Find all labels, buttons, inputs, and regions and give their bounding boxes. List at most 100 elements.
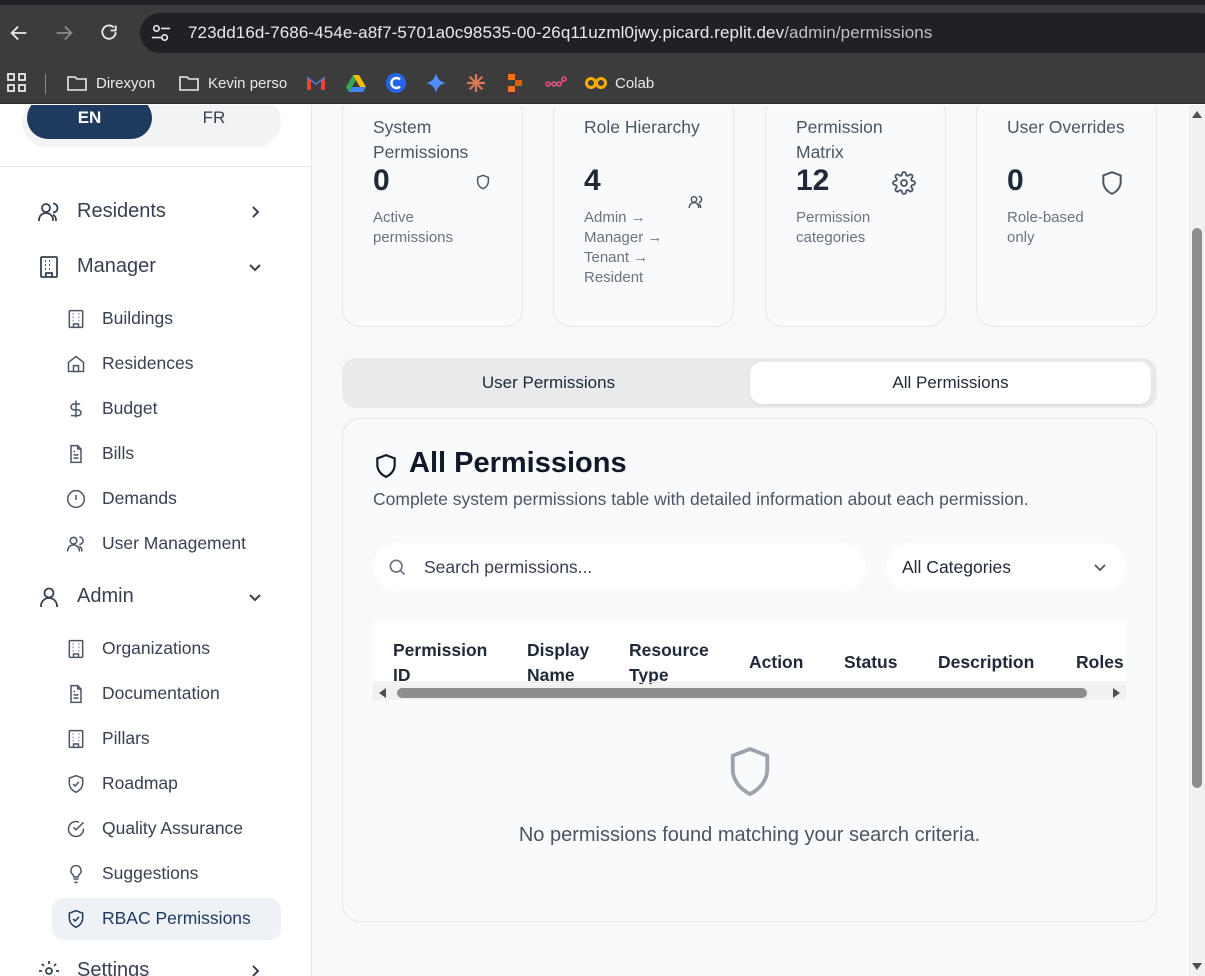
stat-title: System Permissions <box>373 117 469 162</box>
table-header-divider <box>373 682 1126 683</box>
column-header-display-name[interactable]: Display Name <box>527 638 607 688</box>
sidebar-item-label: Suggestions <box>102 863 199 883</box>
gemini-icon[interactable] <box>425 72 447 94</box>
tab-strip <box>0 0 1205 5</box>
shield-icon <box>476 174 490 190</box>
scroll-left-arrow[interactable] <box>379 688 386 698</box>
make-icon[interactable] <box>505 72 527 94</box>
language-switch: EN FR <box>22 105 281 147</box>
sidebar-item-user-management[interactable]: User Management <box>52 523 281 565</box>
sidebar-item-pillars[interactable]: Pillars <box>52 718 281 760</box>
gear-icon <box>892 171 916 195</box>
stat-subtitle: Admin → Manager → Tenant → Resident <box>584 209 663 286</box>
stat-card-user-overrides: User Overrides 0 Role-based only <box>976 105 1157 327</box>
scroll-up-arrow[interactable] <box>1192 111 1202 118</box>
bookmark-direxyon[interactable]: Direxyon <box>66 70 155 96</box>
column-header-resource-type[interactable]: Resource Type <box>629 638 724 688</box>
table-horizontal-scrollbar[interactable] <box>373 684 1126 700</box>
lang-en-button[interactable]: EN <box>27 105 152 139</box>
sidebar-item-bills[interactable]: Bills <box>52 433 281 475</box>
sidebar-item-label: Demands <box>102 488 177 508</box>
stat-subtitle: Active permissions <box>373 209 454 246</box>
colab-icon <box>585 77 607 89</box>
stat-value: 4 <box>584 164 601 197</box>
column-header-status[interactable]: Status <box>844 650 897 675</box>
sidebar-group-admin[interactable]: Admin <box>22 575 281 619</box>
sidebar-item-label: Documentation <box>102 683 220 703</box>
sidebar-item-label: Residences <box>102 353 194 373</box>
shield-icon <box>730 746 770 797</box>
sidebar-item-label: Quality Assurance <box>102 818 244 838</box>
n8n-icon[interactable] <box>545 72 567 94</box>
tab-all-permissions[interactable]: All Permissions <box>750 362 1151 404</box>
scroll-right-arrow[interactable] <box>1113 688 1120 698</box>
column-header-action[interactable]: Action <box>749 650 803 675</box>
stat-subtitle: Role-based only <box>1007 209 1084 246</box>
stat-value: 12 <box>796 164 830 197</box>
coda-icon[interactable] <box>385 72 407 94</box>
bookmark-label: Kevin perso <box>208 74 288 92</box>
reload-button[interactable] <box>96 20 122 46</box>
search-input[interactable]: Search permissions... <box>373 543 866 591</box>
sidebar-item-organizations[interactable]: Organizations <box>52 628 281 670</box>
column-header-description[interactable]: Description <box>938 650 1034 675</box>
building-icon <box>68 639 84 659</box>
sidebar-group-settings[interactable]: Settings <box>22 949 281 976</box>
scroll-down-arrow[interactable] <box>1192 963 1202 970</box>
shield-icon <box>376 454 396 479</box>
column-header-roles[interactable]: Roles <box>1076 650 1124 675</box>
scrollbar-thumb[interactable] <box>1192 228 1202 788</box>
sidebar-item-demands[interactable]: Demands <box>52 478 281 520</box>
apps-grid-icon[interactable] <box>6 72 28 94</box>
tab-user-permissions[interactable]: User Permissions <box>346 362 751 404</box>
sidebar-group-residents[interactable]: Residents <box>22 190 281 234</box>
sidebar-item-suggestions[interactable]: Suggestions <box>52 853 281 895</box>
empty-state-message: No permissions found matching your searc… <box>518 824 981 846</box>
url-text[interactable]: 723dd16d-7686-454e-a8f7-5701a0c98535-00-… <box>188 23 932 43</box>
page-vertical-scrollbar[interactable] <box>1189 105 1205 976</box>
browser-toolbar: 723dd16d-7686-454e-a8f7-5701a0c98535-00-… <box>0 0 1205 62</box>
bookmark-colab[interactable]: Colab <box>585 70 654 96</box>
forward-button[interactable] <box>51 20 77 46</box>
site-settings-icon[interactable] <box>150 23 172 43</box>
scrollbar-thumb[interactable] <box>397 688 1087 698</box>
home-icon <box>67 355 85 373</box>
gmail-icon[interactable] <box>305 72 327 94</box>
sidebar-item-label: Bills <box>102 443 135 463</box>
column-header-permission-id[interactable]: Permission ID <box>393 638 503 688</box>
lang-fr-button[interactable]: FR <box>152 105 276 139</box>
sidebar-item-label: Roadmap <box>102 773 178 793</box>
building-icon <box>68 729 84 749</box>
back-button[interactable] <box>6 20 32 46</box>
category-select[interactable]: All Categories <box>886 543 1126 591</box>
sidebar-group-label: Settings <box>77 959 150 976</box>
sidebar-item-rbac-permissions[interactable]: RBAC Permissions <box>52 898 281 940</box>
sidebar-group-label: Manager <box>77 255 156 277</box>
sidebar-item-residences[interactable]: Residences <box>52 343 281 385</box>
sidebar-group-label: Admin <box>77 585 134 607</box>
chevron-down-icon <box>249 594 261 602</box>
sidebar-divider <box>0 166 311 167</box>
claude-icon[interactable] <box>465 72 487 94</box>
alert-circle-icon <box>66 489 86 509</box>
stat-card-role-hierarchy: Role Hierarchy 4 Admin → Manager → Tenan… <box>553 105 734 327</box>
sidebar-item-quality-assurance[interactable]: Quality Assurance <box>52 808 281 850</box>
sidebar-item-budget[interactable]: Budget <box>52 388 281 430</box>
main-content: System Permissions 0 Active permissions … <box>312 105 1189 976</box>
app-root: EN FR Residents Manager Buildings Reside… <box>0 105 1189 976</box>
sidebar-group-manager[interactable]: Manager <box>22 245 281 289</box>
sidebar-item-documentation[interactable]: Documentation <box>52 673 281 715</box>
check-circle-icon <box>67 820 85 838</box>
bookmark-kevin-perso[interactable]: Kevin perso <box>178 70 287 96</box>
chevron-down-icon <box>1094 564 1106 572</box>
sidebar-item-buildings[interactable]: Buildings <box>52 298 281 340</box>
stat-title: Role Hierarchy <box>584 117 700 137</box>
drive-icon[interactable] <box>345 72 367 94</box>
folder-icon <box>67 76 87 91</box>
file-text-icon <box>70 684 82 704</box>
address-bar[interactable]: 723dd16d-7686-454e-a8f7-5701a0c98535-00-… <box>140 13 1205 53</box>
search-icon <box>389 559 406 576</box>
permissions-tabs: User Permissions All Permissions <box>342 358 1157 408</box>
stat-title: User Overrides <box>1007 117 1125 137</box>
sidebar-item-roadmap[interactable]: Roadmap <box>52 763 281 805</box>
